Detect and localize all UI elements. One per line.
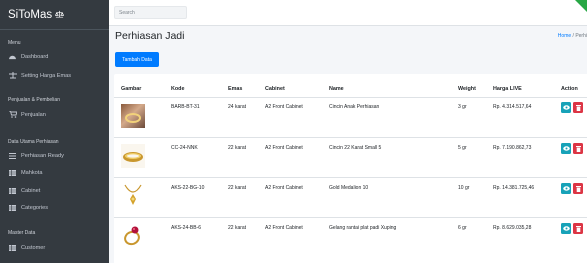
list-icon xyxy=(8,153,17,159)
eye-icon xyxy=(562,105,570,110)
breadcrumb: Home / Perhi xyxy=(558,33,587,39)
kode-cell: AKS-22-BG-10 xyxy=(171,185,205,191)
section-data-utama: Data Utama Perhiasan xyxy=(8,139,59,145)
weight-cell: 10 gr xyxy=(458,185,470,191)
sidebar-item-label: Customer xyxy=(21,245,46,251)
add-data-button[interactable]: Tambah Data xyxy=(115,52,159,67)
trash-icon xyxy=(575,185,581,192)
section-menu: Menu xyxy=(8,40,21,46)
view-button[interactable] xyxy=(561,143,571,154)
sidebar-item-label: Categories xyxy=(21,205,49,211)
sidebar-item-perhiasan-ready[interactable]: Perhiasan Ready xyxy=(8,153,64,159)
harga-cell: Rp. 8.629.035,28 xyxy=(493,225,532,231)
brand-name: SiToMas xyxy=(8,8,53,21)
bangle-photo xyxy=(121,144,145,168)
section-penjualan: Penjualan & Pembelian xyxy=(8,97,60,103)
breadcrumb-separator: / xyxy=(572,33,574,39)
weight-cell: 3 gr xyxy=(458,104,467,110)
corner-ribbon-icon xyxy=(575,0,587,12)
name-cell: Cincin 22 Karat Small 5 xyxy=(329,145,382,151)
weight-cell: 5 gr xyxy=(458,145,467,151)
row-divider xyxy=(114,177,587,178)
page-title: Perhiasan Jadi xyxy=(115,30,185,42)
harga-cell: Rp. 14.381.725,46 xyxy=(493,185,535,191)
delete-button[interactable] xyxy=(573,143,583,154)
view-button[interactable] xyxy=(561,102,571,113)
scale-icon xyxy=(55,10,65,18)
column-header-harga-live: Harga LIVE xyxy=(493,86,522,92)
sidebar-item-cabinet[interactable]: Cabinet xyxy=(8,188,40,194)
sidebar-item-label: Dashboard xyxy=(21,54,49,60)
table-card xyxy=(114,74,587,263)
sidebar-item-label: Perhiasan Ready xyxy=(21,153,64,159)
sidebar-item-dashboard[interactable]: Dashboard xyxy=(8,54,48,60)
column-header-gambar: Gambar xyxy=(121,86,142,92)
sidebar-item-label: Mahkota xyxy=(21,170,43,176)
view-button[interactable] xyxy=(561,183,571,194)
column-header-cabinet: Cabinet xyxy=(265,86,285,92)
kode-cell: CC-24-NNK xyxy=(171,145,198,151)
brand[interactable]: SiToMas xyxy=(0,0,109,30)
necklace-photo xyxy=(121,183,145,207)
kode-cell: BARB-BT-31 xyxy=(171,104,200,110)
breadcrumb-current: Perhi xyxy=(575,33,587,39)
emas-cell: 22 karat xyxy=(228,145,247,151)
eye-icon xyxy=(562,186,570,191)
ruby-ring-photo xyxy=(121,223,145,247)
view-button[interactable] xyxy=(561,223,571,234)
row-divider xyxy=(114,217,587,218)
column-header-kode: Kode xyxy=(171,86,185,92)
sidebar: SiToMas Menu Dashboard Setting Harga Ema… xyxy=(0,0,109,263)
trash-icon xyxy=(575,145,581,152)
sidebar-item-setting-harga-emas[interactable]: Setting Harga Emas xyxy=(8,72,71,79)
name-cell: Gelang rantai plat padi Xuping xyxy=(329,225,397,231)
column-header-name: Name xyxy=(329,86,344,92)
sidebar-item-mahkota[interactable]: Mahkota xyxy=(8,170,42,176)
emas-cell: 22 karat xyxy=(228,225,247,231)
weight-cell: 6 gr xyxy=(458,225,467,231)
name-cell: Gold Medalion 10 xyxy=(329,185,369,191)
cabinet-cell: A2 Front Cabinet xyxy=(265,104,303,110)
sidebar-item-categories[interactable]: Categories xyxy=(8,205,48,211)
emas-cell: 22 karat xyxy=(228,185,247,191)
top-navbar: Search xyxy=(109,0,587,26)
kode-cell: AKS-24-BB-6 xyxy=(171,225,202,231)
dashboard-icon xyxy=(8,54,17,60)
delete-button[interactable] xyxy=(573,183,583,194)
section-master-data: Master Data xyxy=(8,230,36,236)
cart-icon xyxy=(8,111,17,118)
sidebar-item-customer[interactable]: Customer xyxy=(8,245,45,251)
column-header-emas: Emas xyxy=(228,86,243,92)
cabinet-cell: A2 Front Cabinet xyxy=(265,225,303,231)
cabinet-cell: A2 Front Cabinet xyxy=(265,145,303,151)
table-header-divider xyxy=(114,97,587,98)
table-icon xyxy=(8,245,17,251)
ring-photo xyxy=(121,104,145,128)
row-divider xyxy=(114,137,587,138)
search-input[interactable]: Search xyxy=(114,6,187,19)
column-header-action: Action xyxy=(561,86,578,92)
name-cell: Cincin Anak Perhiasan xyxy=(329,104,380,110)
table-icon xyxy=(8,170,17,176)
scale-icon xyxy=(8,72,17,79)
sidebar-item-label: Cabinet xyxy=(21,188,41,194)
emas-cell: 24 karat xyxy=(228,104,247,110)
cabinet-cell: A2 Front Cabinet xyxy=(265,185,303,191)
eye-icon xyxy=(562,146,570,151)
table-icon xyxy=(8,205,17,211)
sidebar-item-label: Setting Harga Emas xyxy=(21,72,72,79)
trash-icon xyxy=(575,104,581,111)
column-header-weight: Weight xyxy=(458,86,476,92)
harga-cell: Rp. 4.314.517,64 xyxy=(493,104,532,110)
breadcrumb-home[interactable]: Home xyxy=(558,33,571,39)
table-icon xyxy=(8,188,17,194)
delete-button[interactable] xyxy=(573,223,583,234)
sidebar-item-label: Penjualan xyxy=(21,111,46,118)
eye-icon xyxy=(562,226,570,231)
harga-cell: Rp. 7.190.862,73 xyxy=(493,145,532,151)
trash-icon xyxy=(575,225,581,232)
sidebar-item-penjualan[interactable]: Penjualan xyxy=(8,111,46,118)
delete-button[interactable] xyxy=(573,102,583,113)
